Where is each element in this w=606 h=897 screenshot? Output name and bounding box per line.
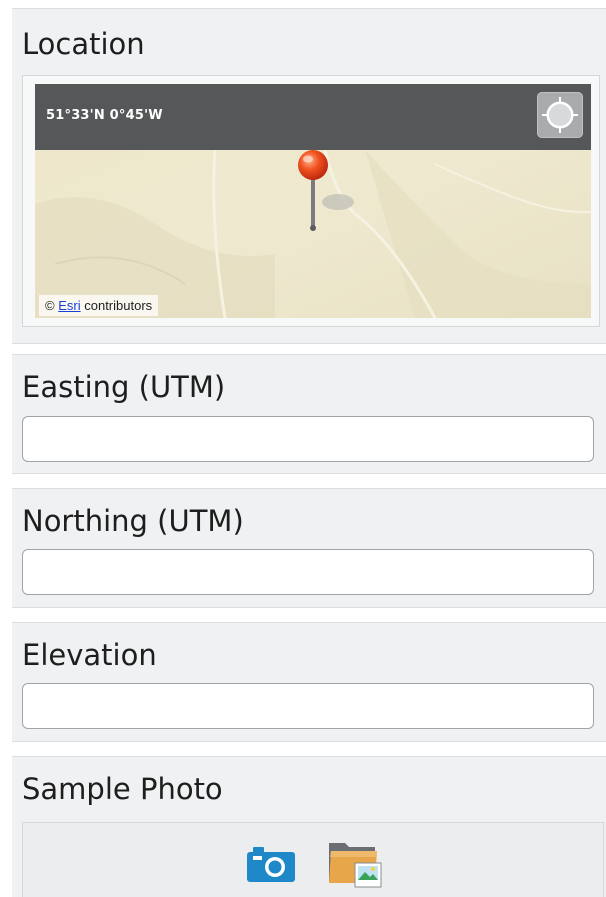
elevation-label: Elevation <box>22 638 157 672</box>
sample-photo-label: Sample Photo <box>22 772 223 806</box>
location-label: Location <box>22 27 145 61</box>
location-section: Location 51°33'N 0°45'W © Esri contribut… <box>12 8 606 344</box>
map-coordinates: 51°33'N 0°45'W <box>46 108 163 123</box>
attribution-prefix: © <box>45 298 55 313</box>
elevation-input[interactable] <box>22 683 594 729</box>
northing-section: Northing (UTM) <box>12 488 606 608</box>
easting-label: Easting (UTM) <box>22 370 226 404</box>
camera-icon <box>247 847 295 882</box>
esri-link[interactable]: Esri <box>58 298 80 313</box>
map-pin-icon[interactable] <box>293 148 333 232</box>
take-photo-button[interactable] <box>245 844 297 884</box>
attribution-suffix: contributors <box>84 298 153 313</box>
choose-photo-button[interactable] <box>327 837 383 889</box>
location-map[interactable]: 51°33'N 0°45'W © Esri contributors <box>35 84 591 318</box>
form-page: Location 51°33'N 0°45'W © Esri contribut… <box>0 0 606 897</box>
northing-input[interactable] <box>22 549 594 595</box>
image-folder-icon <box>329 843 382 888</box>
locate-button[interactable] <box>537 92 583 138</box>
map-coordinate-bar: 51°33'N 0°45'W <box>35 84 591 150</box>
sample-photo-section: Sample Photo <box>12 756 606 897</box>
map-attribution: © Esri contributors <box>39 295 159 316</box>
photo-picker <box>22 822 604 897</box>
easting-section: Easting (UTM) <box>12 354 606 474</box>
map-frame: 51°33'N 0°45'W © Esri contributors <box>22 75 600 327</box>
crosshair-locate-icon <box>542 97 578 133</box>
easting-input[interactable] <box>22 416 594 462</box>
northing-label: Northing (UTM) <box>22 504 244 538</box>
elevation-section: Elevation <box>12 622 606 742</box>
